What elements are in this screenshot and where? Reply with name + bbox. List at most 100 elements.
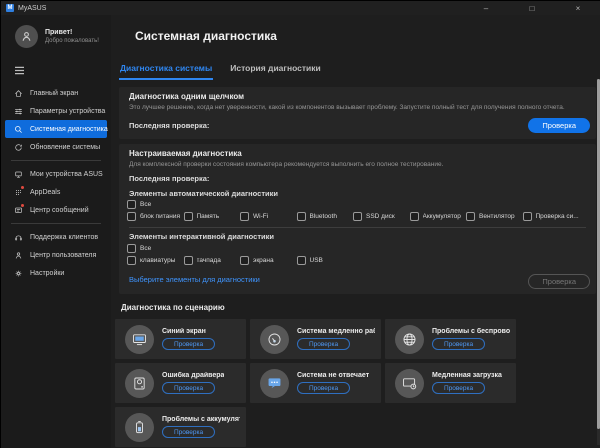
- card-wireless-problems: Проблемы с беспровод... Проверка: [385, 319, 516, 359]
- close-button[interactable]: ×: [555, 1, 600, 15]
- card-check-button[interactable]: Проверка: [162, 338, 215, 350]
- checkbox-memory[interactable]: Память: [184, 212, 241, 221]
- card-check-button[interactable]: Проверка: [432, 338, 485, 350]
- sidebar-item-home[interactable]: Главный экран: [5, 84, 107, 102]
- checkbox-screen[interactable]: экрана: [240, 256, 297, 265]
- card-title: Система не отвечает: [297, 372, 369, 379]
- sidebar-item-label: Центр сообщений: [30, 207, 89, 214]
- minimize-button[interactable]: –: [463, 1, 509, 15]
- checkbox-icon[interactable]: [466, 212, 475, 221]
- one-click-check-button[interactable]: Проверка: [528, 118, 590, 133]
- select-items-link[interactable]: Выберите элементы для диагностики: [129, 275, 260, 284]
- tab-diagnostics-history[interactable]: История диагностики: [229, 63, 322, 80]
- checkbox-usb[interactable]: USB: [297, 256, 354, 265]
- checkbox-icon[interactable]: [127, 200, 136, 209]
- card-icon-circle: [260, 325, 289, 354]
- checkbox-label: Все: [140, 245, 151, 252]
- checkbox-icon[interactable]: [127, 212, 136, 221]
- checkbox-label: Все: [140, 201, 151, 208]
- sidebar-item-label: Поддержка клиентов: [30, 234, 98, 241]
- chat-dots-icon: [266, 375, 283, 392]
- checkbox-label: SSD диск: [366, 213, 395, 220]
- magnifier-icon: [14, 125, 23, 134]
- checkbox-all-auto[interactable]: Все: [127, 200, 184, 209]
- checkbox-icon[interactable]: [523, 212, 532, 221]
- sidebar-item-device-settings[interactable]: Параметры устройства: [5, 102, 107, 120]
- checkbox-icon[interactable]: [240, 212, 249, 221]
- sidebar-item-my-devices[interactable]: Мои устройства ASUS: [5, 165, 107, 183]
- sidebar-item-system-diagnostics[interactable]: Системная диагностика: [5, 120, 107, 138]
- gauge-icon: [266, 331, 283, 348]
- card-check-button[interactable]: Проверка: [432, 382, 485, 394]
- card-title: Система медленно раб...: [297, 328, 375, 335]
- checkbox-icon[interactable]: [297, 256, 306, 265]
- checkbox-icon[interactable]: [184, 212, 193, 221]
- card-check-button[interactable]: Проверка: [162, 382, 215, 394]
- checkbox-wifi[interactable]: Wi-Fi: [240, 212, 297, 221]
- checkbox-icon[interactable]: [240, 256, 249, 265]
- checkbox-keyboard[interactable]: клавиатуры: [127, 256, 184, 265]
- sidebar-item-message-center[interactable]: Центр сообщений: [5, 201, 107, 219]
- title-bar: M MyASUS – □ ×: [1, 1, 600, 15]
- checkbox-icon[interactable]: [353, 212, 362, 221]
- custom-check-button-disabled[interactable]: Проверка: [528, 274, 590, 289]
- sidebar-item-settings[interactable]: Настройки: [5, 264, 107, 282]
- avatar[interactable]: [15, 25, 38, 48]
- custom-diagnostics-panel: Настраиваемая диагностика Для комплексно…: [119, 144, 596, 294]
- maximize-button[interactable]: □: [509, 1, 555, 15]
- scenario-section-title: Диагностика по сценарию: [121, 303, 225, 312]
- refresh-icon: [14, 143, 23, 152]
- checkbox-icon[interactable]: [127, 244, 136, 253]
- checkbox-fan[interactable]: Вентилятор: [466, 212, 523, 221]
- checkbox-system-check[interactable]: Проверка си...: [523, 212, 580, 221]
- interactive-all-row: Все: [127, 244, 588, 253]
- tab-system-diagnostics[interactable]: Диагностика системы: [119, 63, 213, 80]
- hamburger-icon: [14, 66, 25, 75]
- checkbox-icon[interactable]: [297, 212, 306, 221]
- sidebar-item-appdeals[interactable]: AppDeals: [5, 183, 107, 201]
- checkbox-ssd[interactable]: SSD диск: [353, 212, 410, 221]
- sidebar-divider: [11, 160, 101, 161]
- card-icon-circle: [395, 325, 424, 354]
- sidebar-item-customer-support[interactable]: Поддержка клиентов: [5, 228, 107, 246]
- card-title: Ошибка драйвера: [162, 372, 224, 379]
- checkbox-bluetooth[interactable]: Bluetooth: [297, 212, 354, 221]
- checkbox-icon[interactable]: [127, 256, 136, 265]
- checkbox-power-supply[interactable]: блок питания: [127, 212, 184, 221]
- sidebar-divider: [11, 223, 101, 224]
- sidebar-item-user-center[interactable]: Центр пользователя: [5, 246, 107, 264]
- notification-badge: [21, 204, 24, 207]
- section-title: Настраиваемая диагностика: [129, 149, 242, 158]
- sliders-icon: [14, 107, 23, 116]
- last-check-label: Последняя проверка:: [129, 174, 209, 183]
- card-check-button[interactable]: Проверка: [297, 338, 350, 350]
- sidebar-item-label: AppDeals: [30, 189, 60, 196]
- card-icon-circle: [125, 413, 154, 442]
- greeting-title: Привет!: [45, 29, 99, 36]
- checkbox-label: Bluetooth: [310, 213, 337, 220]
- checkbox-label: блок питания: [140, 213, 180, 220]
- greeting-subtitle: Добро пожаловать!: [45, 38, 99, 44]
- sidebar-item-system-update[interactable]: Обновление системы: [5, 138, 107, 156]
- checkbox-label: Wi-Fi: [253, 213, 268, 220]
- checkbox-touchpad[interactable]: тачпада: [184, 256, 241, 265]
- tabs: Диагностика системы История диагностики: [119, 63, 322, 80]
- interactive-items-row: клавиатуры тачпада экрана USB: [127, 256, 588, 265]
- card-check-button[interactable]: Проверка: [162, 426, 215, 438]
- sidebar-item-label: Обновление системы: [30, 144, 100, 151]
- home-icon: [14, 89, 23, 98]
- checkbox-icon[interactable]: [410, 212, 419, 221]
- user-icon: [14, 251, 23, 260]
- checkbox-label: тачпада: [197, 257, 221, 264]
- checkbox-battery[interactable]: Аккумулятор: [410, 212, 467, 221]
- card-check-button[interactable]: Проверка: [297, 382, 350, 394]
- card-icon-circle: [395, 369, 424, 398]
- checkbox-icon[interactable]: [184, 256, 193, 265]
- menu-toggle[interactable]: [14, 62, 26, 80]
- sidebar-item-label: Центр пользователя: [30, 252, 96, 259]
- profile[interactable]: Привет! Добро пожаловать!: [1, 15, 111, 48]
- checkbox-all-interactive[interactable]: Все: [127, 244, 184, 253]
- card-title: Проблемы с аккумулят...: [162, 416, 240, 423]
- checkbox-label: Вентилятор: [479, 213, 515, 220]
- monitor-clock-icon: [401, 375, 418, 392]
